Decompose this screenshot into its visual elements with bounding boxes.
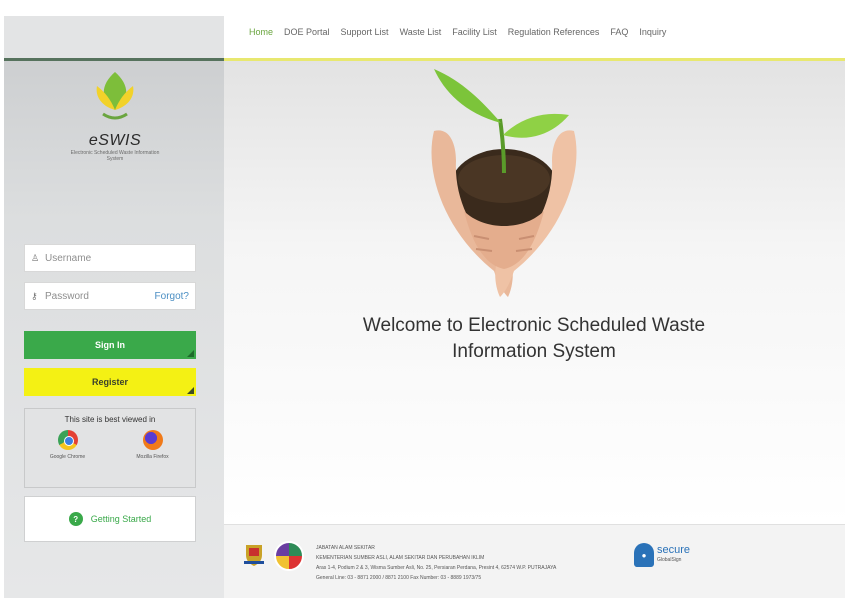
key-icon: ⚷ [31,291,38,301]
nav-support-list[interactable]: Support List [341,27,389,37]
logo: eSWIS Electronic Scheduled Waste Informa… [70,70,160,162]
sidebar-divider [4,58,224,61]
footer: JABATAN ALAM SEKITAR KEMENTERIAN SUMBER … [224,524,845,598]
footer-address: JABATAN ALAM SEKITAR KEMENTERIAN SUMBER … [316,543,556,583]
browser-firefox-label: Mozilla Firefox [136,454,169,460]
password-field[interactable]: ⚷ Password Forgot? [24,282,196,310]
welcome-line-2: Information System [452,341,616,362]
browser-chrome[interactable]: Google Chrome [38,430,98,460]
logo-subtitle: Electronic Scheduled Waste Information S… [70,150,160,162]
user-icon: ♙ [31,253,40,263]
nav-inquiry[interactable]: Inquiry [639,27,666,37]
hands-sprout-image [431,69,577,297]
browser-chrome-label: Google Chrome [49,454,86,460]
nav-facility-list[interactable]: Facility List [452,27,497,37]
nav-regulation-references[interactable]: Regulation References [508,27,600,37]
nav-home[interactable]: Home [249,27,273,37]
password-placeholder: Password [45,290,89,302]
nav-doe-portal[interactable]: DOE Portal [284,27,330,37]
secure-seal[interactable]: ● secure GlobalSign [634,543,690,567]
username-placeholder: Username [45,252,92,264]
logo-title: eSWIS [88,132,142,149]
register-label: Register [91,377,128,387]
footer-line-3: Aras 1-4, Podium 2 & 3, Wisma Sumber Asl… [316,565,557,571]
footer-line-4: General Line: 03 - 8871 2000 / 8871 2100… [316,575,482,581]
username-field[interactable]: ♙ Username [24,244,196,272]
welcome-line-1: Welcome to Electronic Scheduled Waste [362,315,706,336]
corner-fold-icon [187,387,194,394]
lock-icon: ● [634,543,654,567]
firefox-icon [142,430,163,450]
forgot-password-link[interactable]: Forgot? [155,291,189,302]
register-button[interactable]: Register [24,368,196,396]
coat-of-arms-icon [244,545,264,566]
welcome-heading: Welcome to Electronic Scheduled Waste In… [304,313,764,365]
question-icon: ? [68,512,83,526]
footer-line-1: JABATAN ALAM SEKITAR [316,545,375,551]
nav-waste-list[interactable]: Waste List [400,27,442,37]
nav-faq[interactable]: FAQ [610,27,628,37]
browser-title: This site is best viewed in [64,415,156,424]
sign-in-label: Sign In [95,340,125,350]
main-content: Welcome to Electronic Scheduled Waste In… [224,61,845,524]
jas-logo-icon [274,541,304,571]
corner-fold-icon [187,350,194,357]
leaf-logo-icon [96,72,134,120]
sign-in-button[interactable]: Sign In [24,331,196,359]
sidebar-header [4,16,224,58]
secure-sub-label: GlobalSign [657,557,682,563]
chrome-icon [57,430,78,450]
footer-line-2: KEMENTERIAN SUMBER ASLI, ALAM SEKITAR DA… [316,555,485,561]
getting-started-button[interactable]: ? Getting Started [24,496,196,542]
browser-recommendation: This site is best viewed in Google Chrom… [24,408,196,488]
browser-firefox[interactable]: Mozilla Firefox [123,430,183,460]
getting-started-label: Getting Started [90,514,152,524]
top-navigation: Home DOE Portal Support List Waste List … [224,16,845,61]
